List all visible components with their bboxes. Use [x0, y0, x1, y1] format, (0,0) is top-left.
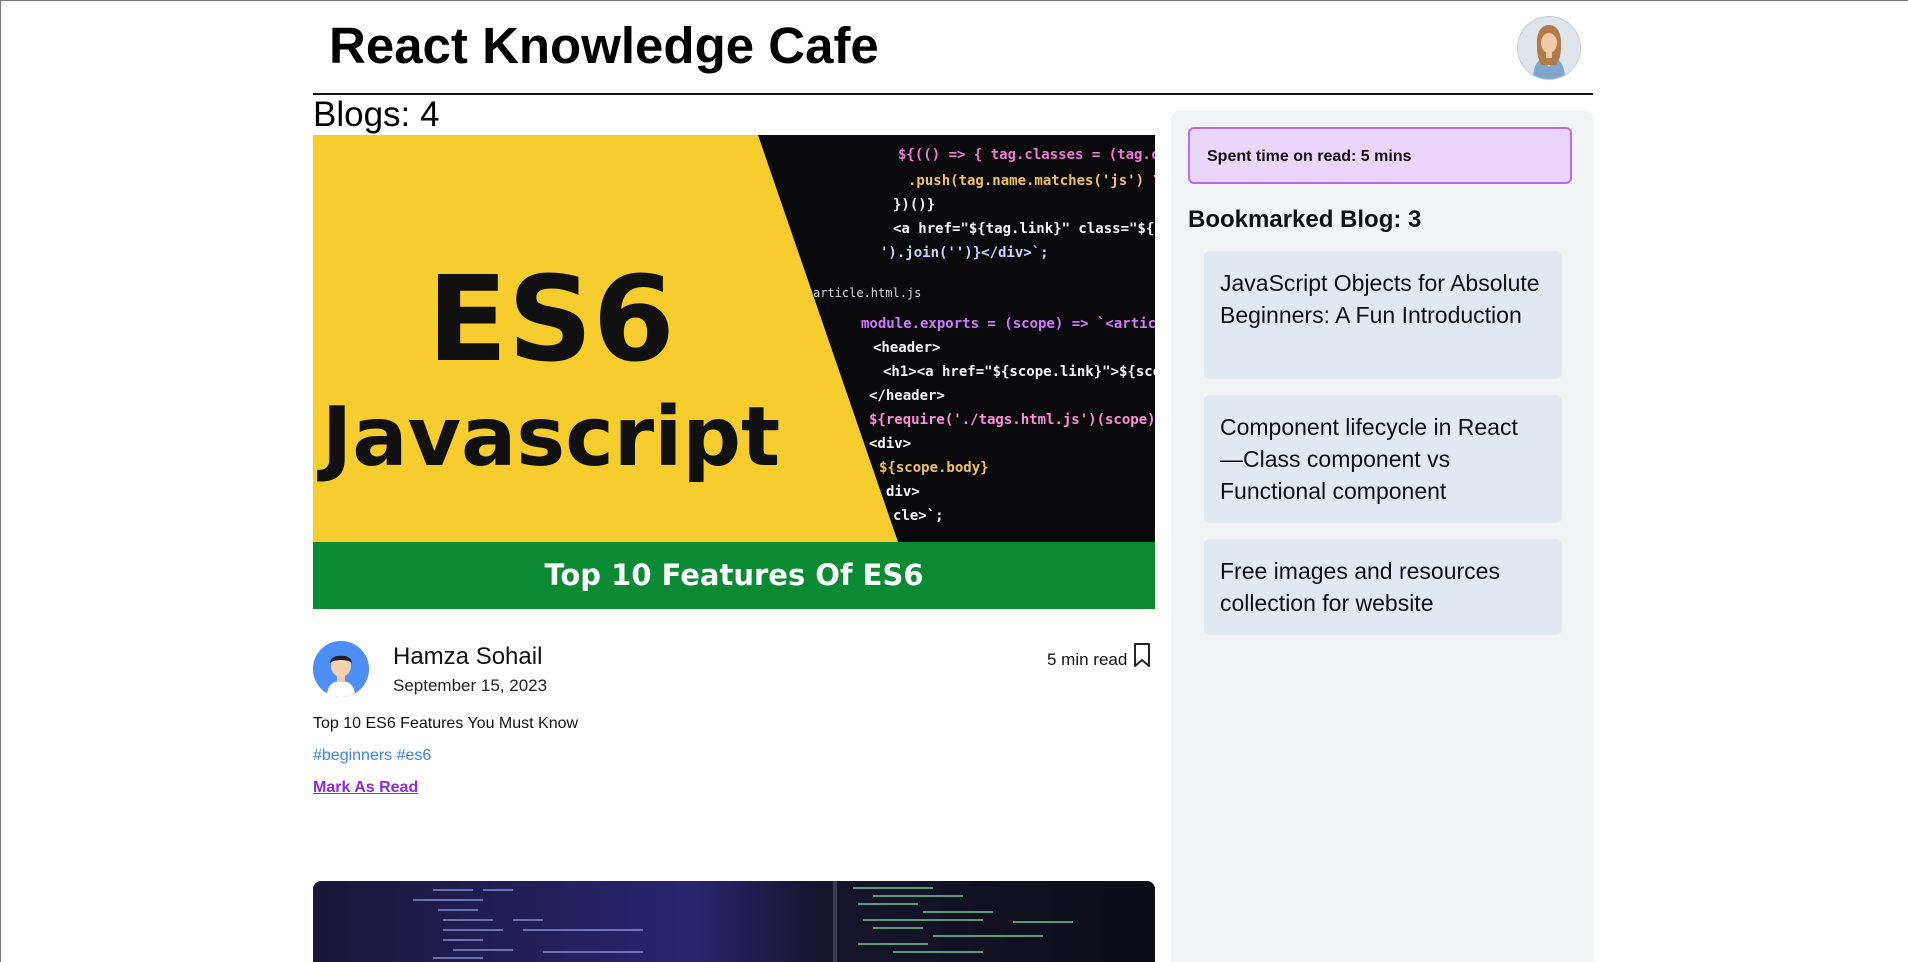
site-title: React Knowledge Cafe [329, 17, 879, 74]
post-tags[interactable]: #beginners #es6 [313, 747, 431, 765]
bookmark-item[interactable]: JavaScript Objects for Absolute Beginner… [1204, 251, 1562, 379]
sidebar: Spent time on read: 5 mins Bookmarked Bl… [1171, 111, 1593, 962]
spent-time-box: Spent time on read: 5 mins [1188, 127, 1572, 184]
code-line: ${scope.body} [879, 460, 989, 476]
code-line: <a href="${tag.link}" class="${tag.c [893, 221, 1155, 237]
author-avatar-icon [313, 641, 369, 697]
post-title: Top 10 ES6 Features You Must Know [313, 715, 579, 732]
bookmarked-title: Bookmarked Blog: 3 [1188, 206, 1422, 233]
cover-banner-text: Top 10 Features Of ES6 [544, 558, 923, 592]
blogs-count: Blogs: 4 [313, 95, 440, 134]
bookmark-icon [1134, 643, 1150, 667]
bookmark-item[interactable]: Component lifecycle in React —Class comp… [1204, 395, 1562, 523]
code-line: </header> [869, 388, 945, 404]
code-line: <h1><a href="${scope.link}">${scope.ti [883, 364, 1155, 380]
post-date: September 15, 2023 [393, 676, 548, 695]
code-line: ${require('./tags.html.js')(scope)} [869, 412, 1155, 428]
code-line: ${(() => { tag.classes = (tag.classe [898, 147, 1155, 163]
cover-headline-es6: ES6 [427, 250, 675, 388]
es6-cover-graphic: ${(() => { tag.classes = (tag.classe .pu… [313, 135, 1203, 609]
cover-headline-javascript: Javascript [317, 390, 781, 485]
spent-time-text: Spent time on read: 5 mins [1207, 148, 1412, 165]
profile-avatar[interactable] [1517, 16, 1581, 80]
user-avatar-icon [1518, 17, 1580, 79]
author-name: Hamza Sohail [393, 643, 543, 670]
code-line: div> [886, 484, 920, 500]
bookmark-button[interactable] [1131, 641, 1153, 669]
mark-as-read-button[interactable]: Mark As Read [313, 779, 418, 797]
site-header: React Knowledge Cafe [313, 0, 1593, 95]
code-line: <div> [869, 436, 911, 452]
bookmark-item[interactable]: Free images and resources collection for… [1204, 539, 1562, 635]
code-line: module.exports = (scope) => `<article> [861, 316, 1155, 332]
code-line: ').join('')}</div>`; [880, 245, 1049, 261]
blog-cover-image: ${(() => { tag.classes = (tag.classe .pu… [313, 135, 1203, 609]
code-line: cle>`; [893, 508, 944, 524]
author-avatar [313, 641, 369, 697]
code-line: })()} [893, 197, 935, 213]
read-time: 5 min read [1047, 650, 1128, 669]
code-cover-graphic [313, 881, 1155, 962]
code-line: .push(tag.name.matches('js') ? 'ta [908, 173, 1155, 189]
code-line: <header> [873, 340, 940, 356]
editor-file-tab: article.html.js [813, 286, 921, 300]
window-left-border [0, 0, 1, 962]
blog-cover-image-2 [313, 881, 1155, 962]
